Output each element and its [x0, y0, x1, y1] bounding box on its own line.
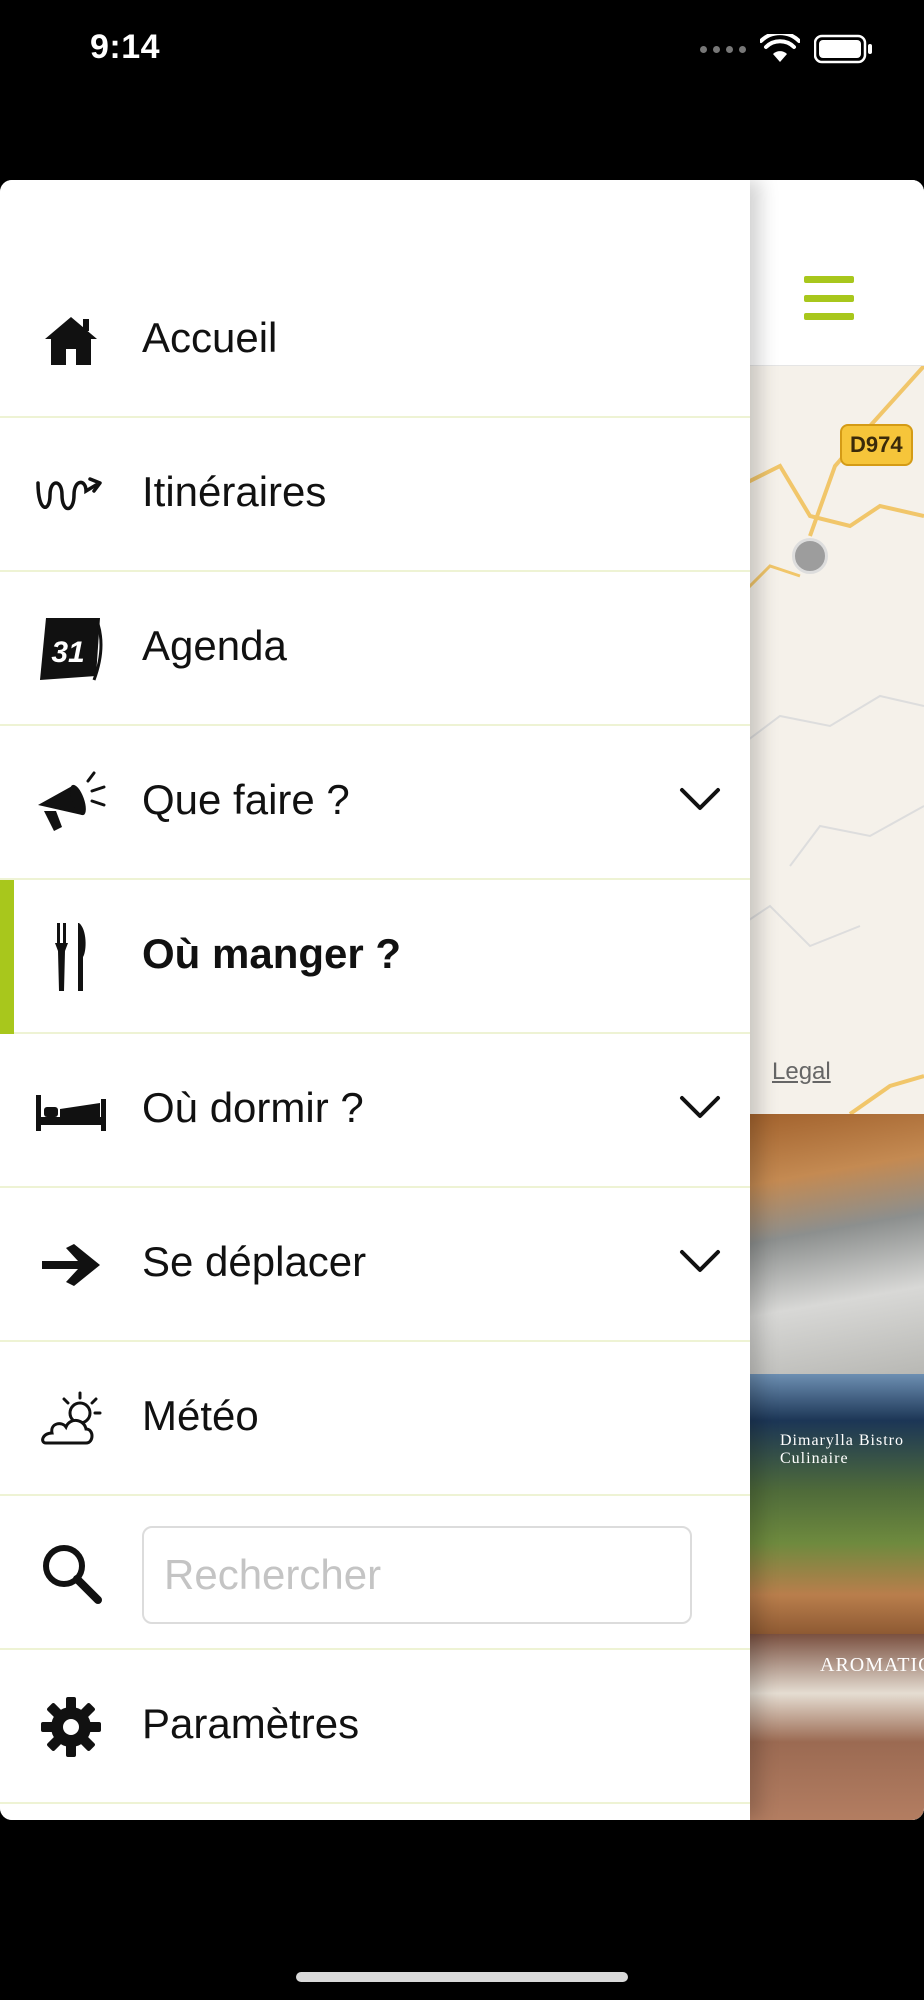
menu-item-ou-manger[interactable]: Où manger ?: [0, 880, 750, 1034]
menu-item-label: Paramètres: [142, 1700, 360, 1747]
menu-item-label: Se déplacer: [142, 1238, 367, 1285]
restaurant-photo[interactable]: Dimarylla Bistro Culinaire: [740, 1374, 924, 1634]
app-sheet: D974 Legal Dimarylla Bistro Culinaire AR…: [0, 180, 924, 1820]
status-icons: [700, 34, 874, 64]
menu-item-que-faire[interactable]: Que faire ?: [0, 726, 750, 880]
map-legal-link[interactable]: Legal: [772, 1058, 831, 1086]
photo-caption: AROMATIC: [820, 1654, 924, 1676]
navigation-drawer: Accueil Itinéraires 31 Agenda Que faire …: [0, 180, 750, 1820]
status-time: 9:14: [90, 28, 161, 66]
photo-caption: Dimarylla Bistro Culinaire: [780, 1432, 904, 1467]
restaurant-photo[interactable]: AROMATIC: [740, 1634, 924, 1820]
menu-item-label: Agenda: [142, 622, 287, 669]
menu-item-agenda[interactable]: 31 Agenda: [0, 572, 750, 726]
battery-icon: [814, 34, 872, 64]
home-indicator[interactable]: [296, 1972, 628, 1982]
menu-item-parametres[interactable]: Paramètres: [0, 1650, 750, 1804]
map-marker-icon[interactable]: [792, 538, 828, 574]
search-input[interactable]: [142, 1526, 692, 1624]
menu-item-label: Accueil: [142, 314, 278, 361]
chevron-down-icon[interactable]: [678, 784, 722, 814]
status-bar: 9:14: [0, 0, 924, 100]
menu-item-ou-dormir[interactable]: Où dormir ?: [0, 1034, 750, 1188]
menu-item-se-deplacer[interactable]: Se déplacer: [0, 1188, 750, 1342]
menu-item-label: Météo: [142, 1392, 259, 1439]
home-icon: [34, 311, 108, 371]
map-view[interactable]: D974 Legal: [740, 366, 924, 1114]
map-roads: [740, 366, 924, 1114]
calendar-icon: 31: [34, 618, 108, 681]
megaphone-icon: [34, 771, 108, 833]
search-icon[interactable]: [34, 1543, 108, 1604]
cutlery-icon: [34, 923, 108, 991]
calendar-day-number: 31: [51, 636, 84, 669]
hamburger-menu-icon[interactable]: [804, 276, 854, 320]
road-label-badge: D974: [840, 424, 913, 466]
menu-item-meteo[interactable]: Météo: [0, 1342, 750, 1496]
chevron-down-icon[interactable]: [678, 1246, 722, 1276]
cellular-signal-icon: [700, 45, 746, 53]
background-screen: D974 Legal Dimarylla Bistro Culinaire AR…: [740, 180, 924, 1820]
menu-item-label: Où manger ?: [142, 930, 402, 977]
bed-icon: [34, 1081, 108, 1141]
menu-item-label: Où dormir ?: [142, 1084, 364, 1131]
gear-icon: [34, 1697, 108, 1757]
menu-item-search: [0, 1496, 750, 1650]
menu-item-itineraires[interactable]: Itinéraires: [0, 418, 750, 572]
menu-item-accueil[interactable]: Accueil: [0, 264, 750, 418]
background-header: [740, 180, 924, 366]
weather-icon: [34, 1389, 108, 1449]
menu-item-label: Que faire ?: [142, 776, 350, 823]
chevron-down-icon[interactable]: [678, 1092, 722, 1122]
menu-item-label: Itinéraires: [142, 468, 327, 515]
restaurant-photo[interactable]: [740, 1114, 924, 1374]
route-icon: [34, 465, 108, 525]
arrow-right-icon: [34, 1235, 108, 1295]
wifi-icon: [760, 34, 800, 62]
